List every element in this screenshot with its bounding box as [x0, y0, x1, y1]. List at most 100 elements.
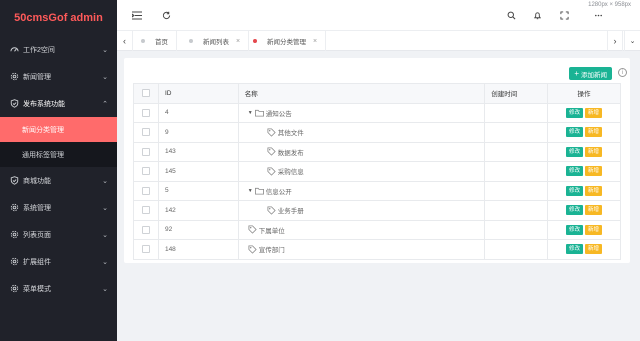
row-checkbox[interactable] — [141, 167, 150, 176]
row-actions: 修改 新增 — [547, 122, 621, 143]
edit-button[interactable]: 修改 — [566, 205, 584, 216]
row-select-cell[interactable] — [133, 239, 159, 260]
sidebar-subitem-1[interactable]: 通用标签管理 — [0, 142, 117, 167]
add-child-button[interactable]: 新增 — [585, 224, 603, 235]
row-checkbox[interactable] — [141, 108, 150, 117]
sidebar-item-4[interactable]: 系统管理 ⌄ — [0, 194, 117, 221]
tabs-menu-chevron-down-icon[interactable]: ⌄ — [624, 31, 640, 51]
add-child-button[interactable]: 新增 — [585, 127, 603, 138]
add-child-button[interactable]: 新增 — [585, 146, 603, 157]
chevron-down-icon: ⌄ — [102, 231, 108, 239]
table-row[interactable]: 143 数据发布 修改 新增 — [133, 141, 621, 162]
table-row[interactable]: 5 ▼ 信息公开 修改 新增 — [133, 180, 621, 201]
header-name: 名称 — [237, 83, 486, 104]
edit-button[interactable]: 修改 — [566, 127, 584, 138]
header-created-time: 创建时间 — [484, 83, 549, 104]
plus-icon: + — [574, 68, 579, 78]
row-checkbox[interactable] — [141, 245, 150, 254]
add-child-button[interactable]: 新增 — [585, 185, 603, 196]
info-icon[interactable]: i — [618, 68, 627, 77]
close-icon[interactable]: × — [313, 38, 317, 45]
screen-size-label: 1280px × 958px — [588, 2, 631, 8]
select-all-checkbox[interactable] — [141, 89, 150, 98]
dashboard-icon — [9, 45, 19, 55]
row-created-time — [484, 122, 549, 143]
sidebar-item-7[interactable]: 菜单模式 ⌄ — [0, 275, 117, 302]
sidebar-item-3[interactable]: 商城功能 ⌄ — [0, 167, 117, 194]
add-child-button[interactable]: 新增 — [585, 205, 603, 216]
row-select-cell[interactable] — [133, 161, 159, 182]
fullscreen-icon[interactable] — [558, 9, 570, 21]
sidebar-subitem-0[interactable]: 新闻分类管理 — [0, 117, 117, 142]
edit-button[interactable]: 修改 — [566, 244, 584, 255]
row-select-cell[interactable] — [133, 200, 159, 221]
edit-button[interactable]: 修改 — [566, 146, 584, 157]
sidebar-item-label: 商城功能 — [23, 177, 51, 185]
tab-2[interactable]: 新闻分类管理 × — [245, 31, 327, 51]
edit-button[interactable]: 修改 — [566, 224, 584, 235]
row-name: 信息公开 — [265, 188, 292, 196]
sidebar-item-2[interactable]: 发布系统功能 ⌃ — [0, 90, 117, 117]
row-name: 下属单位 — [258, 227, 285, 235]
edit-button[interactable]: 修改 — [566, 166, 584, 177]
more-icon[interactable] — [592, 9, 604, 21]
row-name-cell: 业务手册 — [237, 200, 486, 221]
close-icon[interactable]: × — [236, 38, 240, 45]
add-news-button[interactable]: + 添加新闻 — [569, 67, 612, 80]
brand-logo[interactable]: 50cmsGof admin — [0, 0, 117, 36]
sidebar-item-0[interactable]: 工作2空间 ⌄ — [0, 36, 117, 63]
search-icon[interactable] — [505, 9, 517, 21]
row-select-cell[interactable] — [133, 122, 159, 143]
menu-toggle-icon[interactable] — [131, 9, 143, 21]
tabs-bar: ‹ 首页 新闻列表 × 新闻分类管理 × › ⌄ — [117, 31, 640, 51]
tabs-scroll-left-icon[interactable]: ‹ — [117, 31, 133, 51]
table-row[interactable]: 4 ▼ 通知公告 修改 新增 — [133, 102, 621, 123]
add-child-button[interactable]: 新增 — [585, 107, 603, 118]
table-row[interactable]: 142 业务手册 修改 新增 — [133, 200, 621, 221]
row-checkbox[interactable] — [141, 186, 150, 195]
row-actions: 修改 新增 — [547, 200, 621, 221]
row-checkbox[interactable] — [141, 206, 150, 215]
tab-label: 首页 — [155, 39, 168, 46]
row-name: 数据发布 — [277, 149, 304, 157]
table-row[interactable]: 92 下属单位 修改 新增 — [133, 219, 621, 240]
row-name: 宣传部门 — [258, 247, 285, 255]
add-child-button[interactable]: 新增 — [585, 166, 603, 177]
bell-icon[interactable] — [531, 9, 543, 21]
row-select-cell[interactable] — [133, 180, 159, 201]
tab-1[interactable]: 新闻列表 × — [181, 31, 250, 51]
sidebar-item-1[interactable]: 新闻管理 ⌄ — [0, 63, 117, 90]
row-id: 145 — [157, 161, 239, 182]
header-id: ID — [157, 83, 239, 104]
tag-icon — [267, 167, 276, 176]
table-row[interactable]: 145 采购信息 修改 新增 — [133, 161, 621, 182]
edit-button[interactable]: 修改 — [566, 185, 584, 196]
row-checkbox[interactable] — [141, 225, 150, 234]
add-child-button[interactable]: 新增 — [585, 244, 603, 255]
sidebar-item-label: 列表页面 — [23, 231, 51, 239]
row-select-cell[interactable] — [133, 102, 159, 123]
row-checkbox[interactable] — [141, 128, 150, 137]
chevron-down-icon: ⌄ — [102, 285, 108, 293]
refresh-icon[interactable] — [160, 9, 172, 21]
table-row[interactable]: 148 宣传部门 修改 新增 — [133, 239, 621, 260]
tab-0[interactable]: 首页 — [133, 31, 177, 51]
expand-caret-icon[interactable]: ▼ — [248, 188, 253, 194]
header-select-all[interactable] — [133, 83, 159, 104]
row-select-cell[interactable] — [133, 141, 159, 162]
table-row[interactable]: 9 其他文件 修改 新增 — [133, 122, 621, 143]
table-header-row: ID 名称 创建时间 操作 — [133, 83, 621, 104]
sidebar-item-5[interactable]: 列表页面 ⌄ — [0, 221, 117, 248]
tag-icon — [267, 128, 276, 137]
row-checkbox[interactable] — [141, 147, 150, 156]
edit-button[interactable]: 修改 — [566, 107, 584, 118]
expand-caret-icon[interactable]: ▼ — [248, 110, 253, 116]
sidebar-item-6[interactable]: 扩展组件 ⌄ — [0, 248, 117, 275]
row-name-cell: 采购信息 — [237, 161, 486, 182]
row-name-cell: ▼ 通知公告 — [237, 102, 486, 123]
row-select-cell[interactable] — [133, 219, 159, 240]
tabs-scroll-right-icon[interactable]: › — [607, 31, 623, 51]
row-actions: 修改 新增 — [547, 141, 621, 162]
tab-label: 新闻分类管理 — [267, 39, 306, 46]
sidebar-menu: 工作2空间 ⌄ 新闻管理 ⌄ 发布系统功能 ⌃ 新闻分类管理 通用标签管理 商城功能 ⌄ 系统管理 ⌄… — [0, 36, 117, 302]
